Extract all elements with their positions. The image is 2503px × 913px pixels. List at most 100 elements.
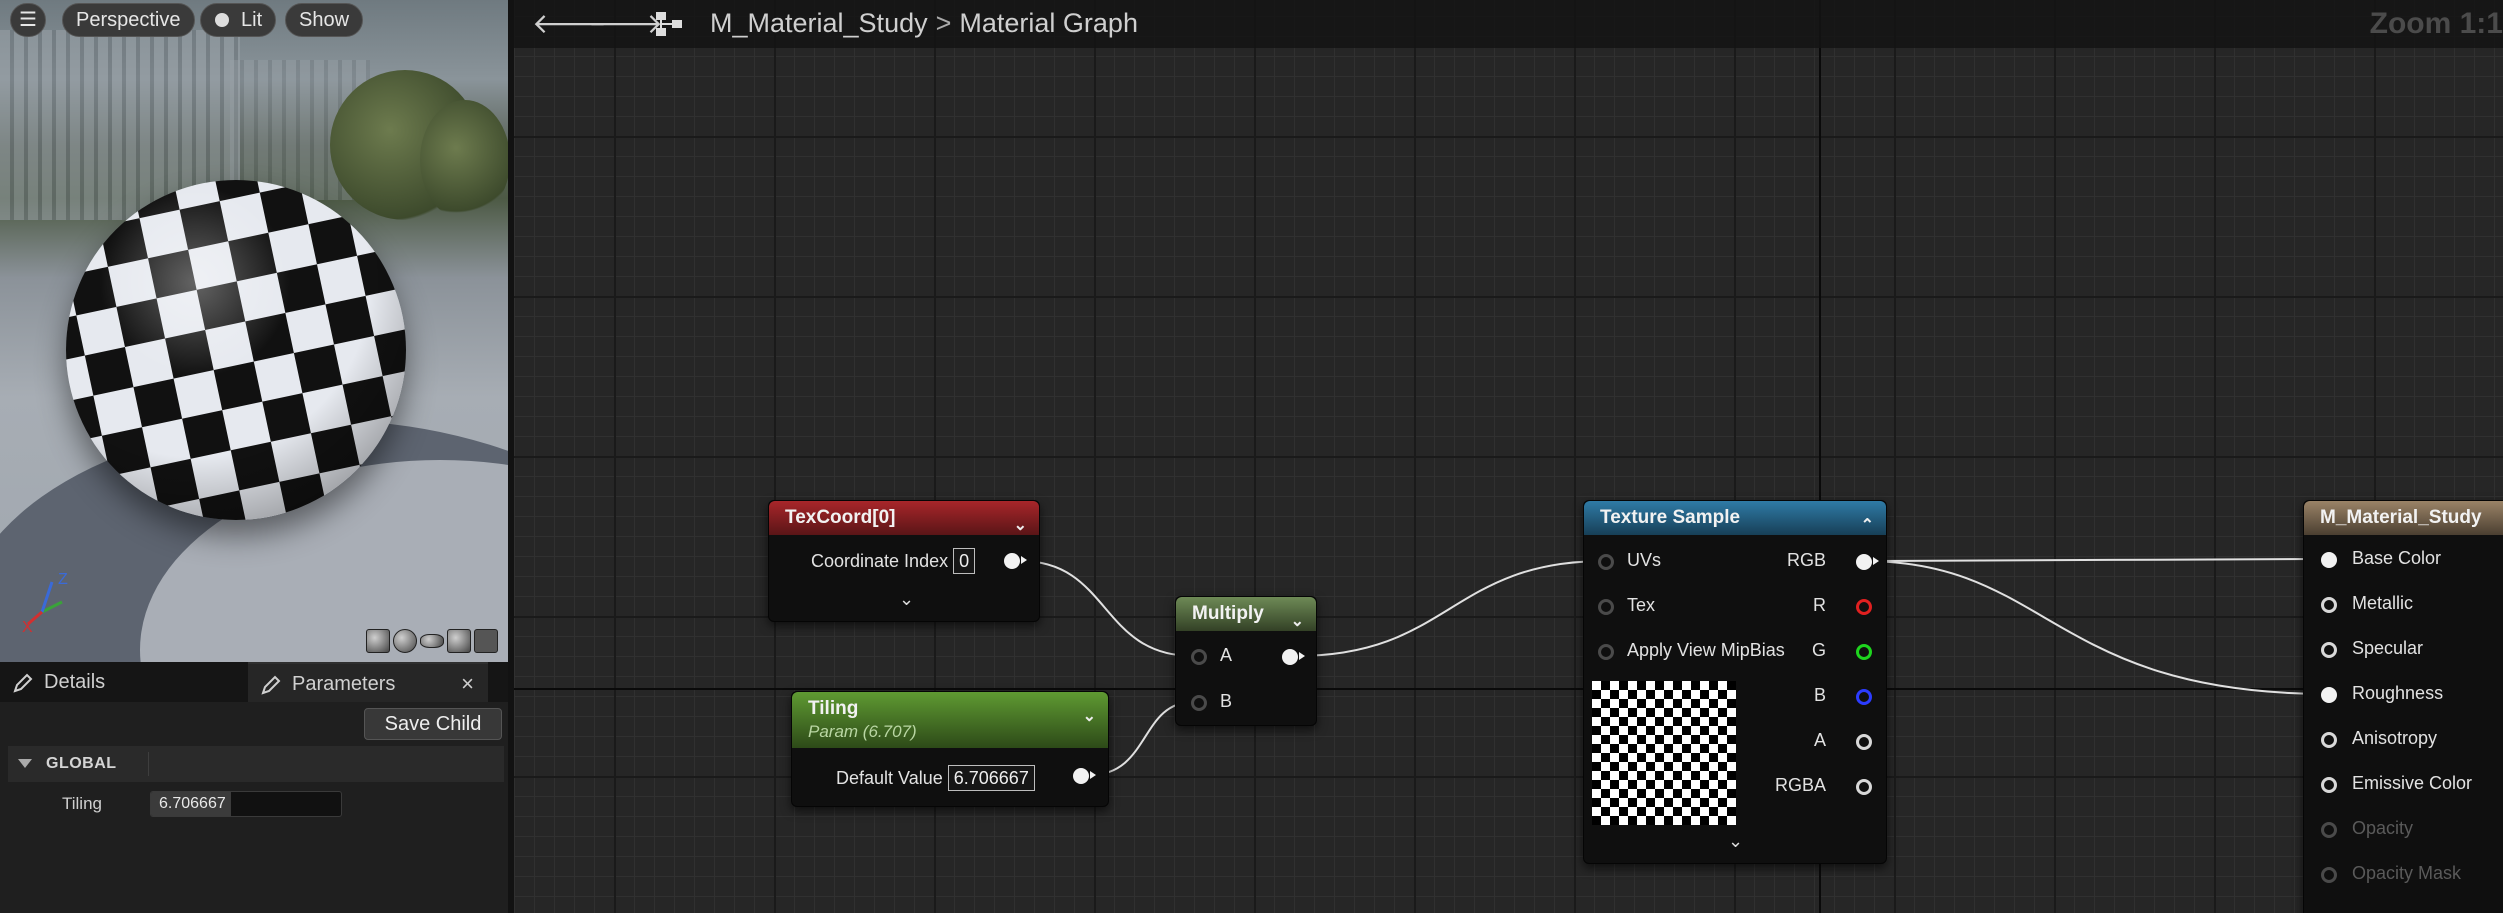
parameter-row-tiling: Tiling 6.706667 <box>8 786 504 822</box>
chevron-down-icon[interactable]: ⌄ <box>1728 831 1743 852</box>
plane-icon[interactable] <box>420 634 444 648</box>
chevron-down-icon[interactable] <box>18 759 32 768</box>
input-pin-a[interactable] <box>1191 649 1207 665</box>
forward-arrow-icon[interactable]: 🡒 <box>588 0 663 48</box>
pin-label-mipbias: Apply View MipBias <box>1627 640 1785 660</box>
chevron-right-icon: > <box>935 8 952 38</box>
node-header[interactable]: Tiling Param (6.707) ⌄ <box>792 692 1108 748</box>
pin-label: Specular <box>2352 638 2424 658</box>
pin-label-r: R <box>1813 595 1826 615</box>
node-title: Tiling <box>808 698 859 719</box>
perspective-button[interactable]: Perspective <box>62 3 195 37</box>
node-subtitle: Param (6.707) <box>808 722 917 741</box>
input-pin-tex[interactable] <box>1598 599 1614 615</box>
node-texture-sample[interactable]: Texture Sample ⌃ UVs Tex Apply View MipB… <box>1583 500 1887 864</box>
node-header[interactable]: M_Material_Study <box>2304 501 2503 535</box>
tab-details[interactable]: Details <box>0 662 248 702</box>
breadcrumb: M_Material_Study > Material Graph <box>710 0 1138 46</box>
input-pin-mipbias[interactable] <box>1598 644 1614 660</box>
output-pin-b[interactable] <box>1856 689 1872 705</box>
input-pin-anisotropy[interactable] <box>2321 732 2337 748</box>
pin-label-b: B <box>1813 685 1826 705</box>
output-pin[interactable] <box>1282 649 1305 665</box>
breadcrumb-asset[interactable]: M_Material_Study <box>710 8 928 38</box>
output-pin-a[interactable] <box>1856 734 1872 750</box>
pin-label-rgb: RGB <box>1786 550 1826 570</box>
output-pin[interactable] <box>1004 553 1027 569</box>
zoom-indicator: Zoom 1:1 <box>2369 7 2503 40</box>
pin-label-a: A <box>1813 730 1826 750</box>
input-pin-base-color[interactable] <box>2321 552 2337 568</box>
chevron-down-icon[interactable]: ⌄ <box>899 589 914 610</box>
lit-icon <box>215 13 229 27</box>
input-pin-emissive-color[interactable] <box>2321 777 2337 793</box>
field-label: Coordinate Index <box>811 551 949 571</box>
save-child-button[interactable]: Save Child <box>364 708 502 740</box>
node-header[interactable]: Multiply ⌄ <box>1176 597 1316 631</box>
output-pin-rgba[interactable] <box>1856 779 1872 795</box>
axis-gizmo-icon: Z X <box>22 572 68 632</box>
breadcrumb-graph[interactable]: Material Graph <box>959 8 1138 38</box>
chevron-down-icon[interactable]: ⌄ <box>1014 509 1027 543</box>
chevron-up-icon[interactable]: ⌃ <box>1861 509 1874 543</box>
material-preview-viewport[interactable]: ☰ Perspective Lit Show Z X <box>0 0 508 662</box>
pin-label: Emissive Color <box>2352 773 2473 793</box>
input-pin-b[interactable] <box>1191 695 1207 711</box>
node-header[interactable]: Texture Sample ⌃ <box>1584 501 1886 535</box>
chevron-down-icon[interactable]: ⌄ <box>1291 605 1304 639</box>
chevron-down-icon[interactable]: ⌄ <box>1083 700 1096 734</box>
default-value-row: Default Value 6.706667 <box>836 765 1035 791</box>
cylinder-icon[interactable] <box>366 629 390 653</box>
sphere-shading <box>66 180 406 520</box>
pin-label-g: G <box>1811 640 1826 660</box>
input-pin-roughness[interactable] <box>2321 687 2337 703</box>
node-title: M_Material_Study <box>2320 507 2482 528</box>
preview-mesh-selector <box>366 629 498 657</box>
custom-mesh-icon[interactable] <box>474 629 498 653</box>
input-pin-uvs[interactable] <box>1598 554 1614 570</box>
output-pin[interactable] <box>1073 768 1096 784</box>
default-value-input[interactable]: 6.706667 <box>947 765 1035 791</box>
background-tree <box>420 100 508 220</box>
input-pin-metallic[interactable] <box>2321 597 2337 613</box>
node-multiply[interactable]: Multiply ⌄ A B <box>1175 596 1317 726</box>
panel-splitter[interactable] <box>508 0 514 913</box>
pin-label: Metallic <box>2352 593 2414 613</box>
output-pin-rgb[interactable] <box>1856 554 1879 570</box>
texture-thumbnail <box>1592 681 1736 825</box>
parameters-panel: Details Parameters × Save Child GLOBAL T… <box>0 662 508 913</box>
pin-label-a: A <box>1220 645 1233 665</box>
column-divider <box>148 752 149 776</box>
output-pin-g[interactable] <box>1856 644 1872 660</box>
node-material-output[interactable]: M_Material_Study Base Color Metallic Specu… <box>2303 500 2503 913</box>
input-pin-opacity-mask[interactable] <box>2321 867 2337 883</box>
node-texcoord[interactable]: TexCoord[0] ⌄ Coordinate Index 0 ⌄ <box>768 500 1040 622</box>
sphere-icon[interactable] <box>393 629 417 653</box>
node-tiling-parameter[interactable]: Tiling Param (6.707) ⌄ Default Value 6.7… <box>791 691 1109 807</box>
pencil-icon <box>261 675 281 695</box>
axis-z-label: Z <box>58 572 68 588</box>
tab-parameters[interactable]: Parameters × <box>248 662 488 702</box>
close-icon[interactable]: × <box>461 664 474 704</box>
node-header[interactable]: TexCoord[0] ⌄ <box>769 501 1039 535</box>
show-button[interactable]: Show <box>285 3 364 37</box>
coordinate-index-row: Coordinate Index 0 <box>811 548 976 574</box>
output-pin-r[interactable] <box>1856 599 1872 615</box>
viewport-menu-button[interactable]: ☰ <box>10 3 46 37</box>
cube-icon[interactable] <box>447 629 471 653</box>
node-title: Texture Sample <box>1600 507 1741 528</box>
pin-label: Anisotropy <box>2352 728 2438 748</box>
group-label: GLOBAL <box>46 755 117 772</box>
node-title: Multiply <box>1192 603 1264 624</box>
parameter-group-global[interactable]: GLOBAL <box>8 746 504 782</box>
lit-mode-button[interactable]: Lit <box>200 3 277 37</box>
pin-label: Roughness <box>2352 683 2444 703</box>
preview-sphere[interactable] <box>66 180 406 520</box>
input-pin-specular[interactable] <box>2321 642 2337 658</box>
input-pin-opacity[interactable] <box>2321 822 2337 838</box>
pencil-icon <box>13 673 33 693</box>
pin-label-b: B <box>1220 691 1233 711</box>
coordinate-index-input[interactable]: 0 <box>953 548 976 574</box>
graph-hierarchy-icon[interactable] <box>654 10 684 38</box>
tiling-value-slider[interactable]: 6.706667 <box>150 791 342 817</box>
